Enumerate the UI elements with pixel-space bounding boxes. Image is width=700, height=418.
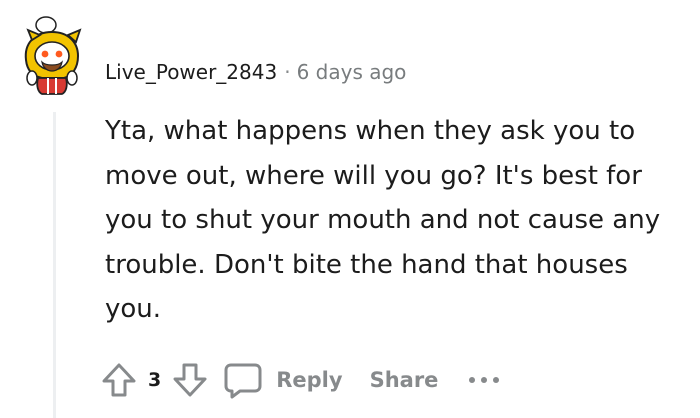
username[interactable]: Live_Power_2843 [105, 60, 277, 84]
share-button[interactable]: Share [370, 368, 439, 392]
reply-button[interactable]: Reply [223, 361, 343, 399]
upvote-button[interactable] [100, 361, 138, 399]
ellipsis-icon [469, 377, 500, 383]
timestamp[interactable]: 6 days ago [297, 60, 407, 84]
thread-line[interactable] [53, 112, 56, 418]
comment-body: Yta, what happens when they ask you to m… [105, 116, 661, 324]
downvote-button[interactable] [171, 361, 209, 399]
snoo-avatar-icon [24, 16, 82, 95]
reply-label: Reply [276, 368, 343, 392]
arrow-up-icon [102, 363, 136, 397]
speech-bubble-icon [224, 363, 262, 399]
meta-separator: · [284, 60, 291, 84]
more-options-button[interactable] [468, 370, 500, 390]
comment-actions: 3 Reply Share [100, 355, 500, 405]
comment-meta: Live_Power_2843 · 6 days ago [105, 59, 406, 85]
arrow-down-icon [173, 363, 207, 397]
vote-count: 3 [148, 369, 162, 391]
user-avatar[interactable] [18, 16, 92, 96]
